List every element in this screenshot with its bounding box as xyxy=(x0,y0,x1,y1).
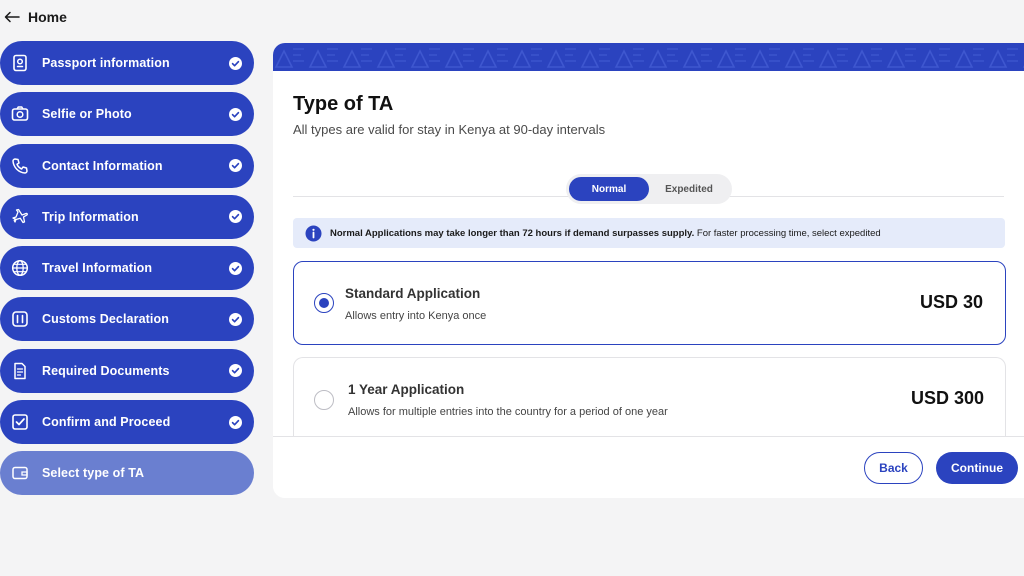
checkbox-icon xyxy=(9,411,31,433)
notice-bold: Normal Applications may take longer than… xyxy=(330,227,695,239)
option-price: USD 300 xyxy=(910,388,984,408)
check-icon xyxy=(228,56,242,70)
step-travel-information[interactable]: Travel Information xyxy=(0,246,254,291)
step-label: Select type of TA xyxy=(42,466,145,481)
step-passport-information[interactable]: Passport information xyxy=(0,41,254,85)
step-label: Contact Information xyxy=(42,158,163,173)
step-contact-information[interactable]: Contact Information xyxy=(0,143,254,188)
option-description: Allows entry into Kenya once xyxy=(345,310,487,322)
globe-icon xyxy=(9,257,31,279)
page-title: Type of TA xyxy=(293,93,394,115)
step-trip-information[interactable]: Trip Information xyxy=(0,194,254,239)
plane-icon xyxy=(9,206,31,228)
option-standard-application[interactable]: Standard Application Allows entry into K… xyxy=(293,261,1006,345)
step-sidebar: Passport information Selfie or Photo Con… xyxy=(0,41,254,503)
check-icon xyxy=(228,159,242,173)
check-icon xyxy=(228,364,242,378)
card-footer: Back Continue xyxy=(273,436,1024,498)
processing-toggle: Normal Expedited xyxy=(566,174,732,204)
notice-rest: For faster processing time, select exped… xyxy=(694,227,881,239)
radio-unselected[interactable] xyxy=(314,390,334,410)
option-description: Allows for multiple entries into the cou… xyxy=(348,406,668,418)
step-required-documents[interactable]: Required Documents xyxy=(0,348,254,393)
step-confirm-and-proceed[interactable]: Confirm and Proceed xyxy=(0,400,254,445)
step-selfie-or-photo[interactable]: Selfie or Photo xyxy=(0,92,254,137)
check-icon xyxy=(228,312,242,326)
option-price: USD 30 xyxy=(919,292,983,312)
step-label: Customs Declaration xyxy=(42,312,169,327)
home-label: Home xyxy=(28,9,67,25)
step-label: Confirm and Proceed xyxy=(42,415,171,430)
home-link[interactable]: Home xyxy=(4,6,67,28)
toggle-normal[interactable]: Normal xyxy=(569,177,649,201)
check-icon xyxy=(228,261,242,275)
step-label: Passport information xyxy=(42,56,170,70)
wallet-icon xyxy=(9,462,31,484)
step-customs-declaration[interactable]: Customs Declaration xyxy=(0,297,254,342)
check-icon xyxy=(228,210,242,224)
processing-notice: Normal Applications may take longer than… xyxy=(293,218,1005,248)
option-title: Standard Application xyxy=(345,286,481,301)
step-label: Required Documents xyxy=(42,363,170,378)
ta-type-card: Type of TA All types are valid for stay … xyxy=(273,43,1024,498)
option-title: 1 Year Application xyxy=(348,382,465,397)
back-button[interactable]: Back xyxy=(864,452,923,484)
phone-icon xyxy=(9,155,31,177)
document-icon xyxy=(9,360,31,382)
page-subtitle: All types are valid for stay in Kenya at… xyxy=(293,122,606,137)
check-icon xyxy=(228,107,242,121)
option-1-year-application[interactable]: 1 Year Application Allows for multiple e… xyxy=(293,357,1006,441)
decorative-banner xyxy=(273,43,1024,71)
customs-icon xyxy=(9,308,31,330)
step-label: Selfie or Photo xyxy=(42,107,132,122)
arrow-left-icon xyxy=(4,11,20,23)
step-label: Travel Information xyxy=(42,261,153,276)
step-label: Trip Information xyxy=(42,209,139,224)
passport-icon xyxy=(9,52,31,74)
check-icon xyxy=(228,415,242,429)
radio-selected[interactable] xyxy=(314,293,334,313)
step-select-type-of-ta[interactable]: Select type of TA xyxy=(0,451,254,496)
info-icon xyxy=(305,225,322,241)
camera-icon xyxy=(9,103,31,125)
toggle-expedited[interactable]: Expedited xyxy=(649,177,729,201)
continue-button[interactable]: Continue xyxy=(936,452,1018,484)
